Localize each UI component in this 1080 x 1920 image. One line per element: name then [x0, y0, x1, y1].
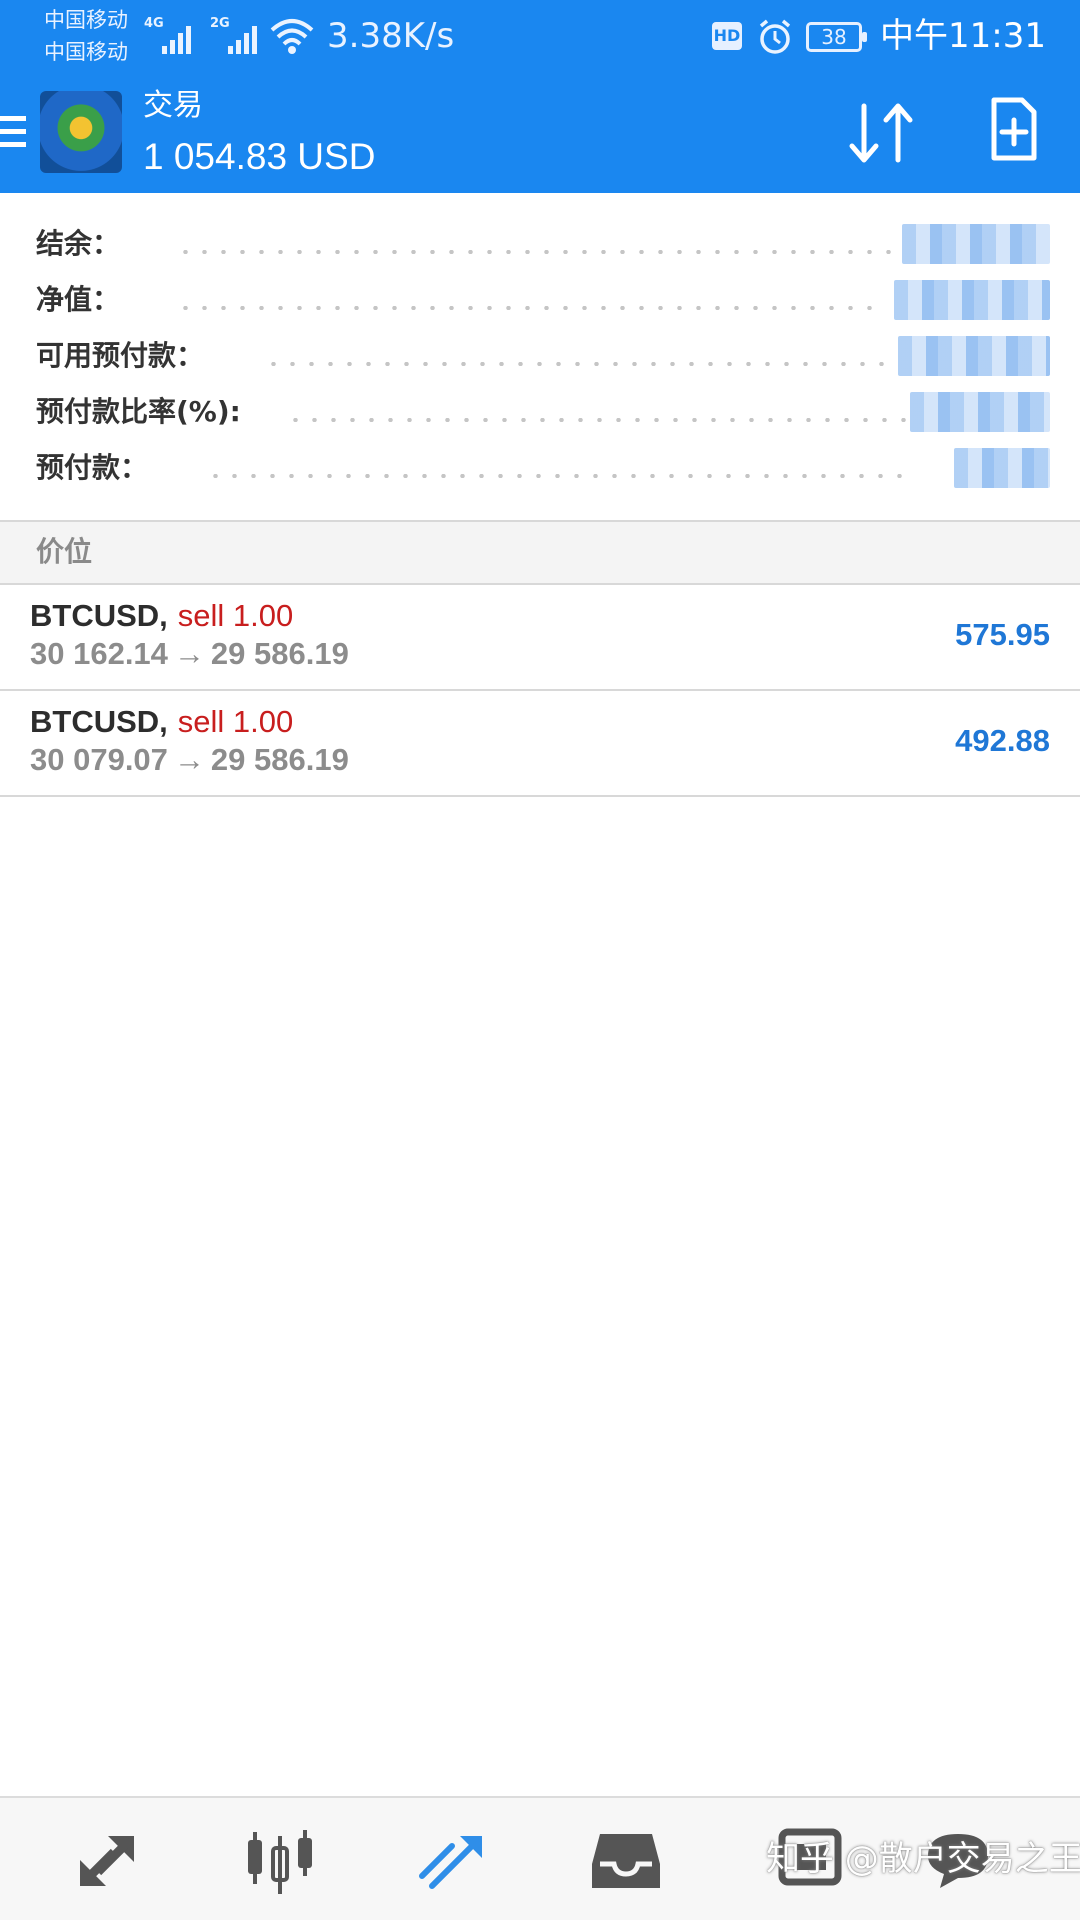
signal-strength-icon [228, 26, 257, 54]
summary-value-redacted [898, 336, 1050, 376]
summary-label: 净值： [36, 283, 121, 316]
app-title: 交易 [143, 88, 203, 123]
summary-label: 预付款： [36, 451, 149, 484]
battery-icon: 38 [806, 22, 867, 52]
section-title: 价位 [36, 535, 93, 568]
summary-row-margin-level: 预付款比率(%): [0, 392, 1080, 432]
summary-value-redacted [902, 224, 1050, 264]
position-header: BTCUSD, sell 1.00 [30, 704, 294, 739]
dot-leader [264, 362, 894, 366]
carrier-2: 中国移动 [44, 40, 128, 64]
position-row[interactable]: BTCUSD, sell 1.00 30 162.14 → 29 586.19 575… [0, 585, 1080, 689]
status-time: 中午11:31 [880, 16, 1046, 56]
chart-icon[interactable] [240, 1824, 320, 1896]
position-profit: 575.95 [955, 617, 1050, 652]
position-side: sell 1.00 [177, 704, 294, 739]
position-prices: 30 162.14 → 29 586.19 [30, 635, 349, 673]
history-icon[interactable] [586, 1824, 666, 1896]
summary-row-balance: 结余： [0, 224, 1080, 264]
open-price: 30 079.07 [30, 742, 168, 777]
app-logo [40, 91, 122, 173]
watermark: 知乎 @散户交易之王 [766, 1839, 1080, 1879]
new-order-icon[interactable] [990, 96, 1038, 162]
summary-row-free-margin: 可用预付款： [0, 336, 1080, 376]
position-symbol: BTCUSD [30, 598, 160, 633]
arrow-right-icon: → [173, 742, 205, 777]
current-price: 29 586.19 [210, 742, 349, 777]
app-bar: 交易 1 054.83 USD [0, 76, 1080, 193]
divider [0, 795, 1080, 797]
menu-icon[interactable] [0, 116, 26, 152]
alarm-icon [759, 19, 791, 54]
header: 中国移动 中国移动 4G 2G 3.38K/s HD 38 中午11:31 交易… [0, 0, 1080, 193]
bottom-nav: 知乎 @散户交易之王 [0, 1796, 1080, 1920]
summary-row-margin: 预付款： [0, 448, 1080, 488]
sort-icon[interactable] [846, 102, 916, 164]
open-price: 30 162.14 [30, 636, 168, 671]
summary-label: 结余： [36, 227, 121, 260]
summary-value-redacted [910, 392, 1050, 432]
trade-icon[interactable] [412, 1824, 492, 1896]
wifi-icon [270, 19, 314, 54]
dot-leader [176, 306, 886, 310]
summary-label: 可用预付款： [36, 339, 205, 372]
position-symbol: BTCUSD [30, 704, 160, 739]
section-header: 价位 [0, 522, 1080, 583]
summary-value-redacted [894, 280, 1050, 320]
summary-row-equity: 净值： [0, 280, 1080, 320]
status-bar: 中国移动 中国移动 4G 2G 3.38K/s HD 38 中午11:31 [0, 0, 1080, 76]
hd-badge: HD [712, 22, 742, 50]
net-speed: 3.38K/s [327, 16, 455, 56]
position-row[interactable]: BTCUSD, sell 1.00 30 079.07 → 29 586.19 492… [0, 691, 1080, 795]
position-header: BTCUSD, sell 1.00 [30, 598, 294, 633]
summary-label: 预付款比率(%): [36, 395, 241, 428]
arrow-right-icon: → [173, 636, 205, 671]
current-price: 29 586.19 [210, 636, 349, 671]
position-side: sell 1.00 [177, 598, 294, 633]
summary-value-redacted [954, 448, 1050, 488]
account-balance: 1 054.83 USD [143, 136, 376, 177]
network-type-2: 2G [210, 16, 230, 31]
dot-leader [206, 474, 916, 478]
position-prices: 30 079.07 → 29 586.19 [30, 741, 349, 779]
dot-leader [176, 250, 896, 254]
position-profit: 492.88 [955, 723, 1050, 758]
dot-leader [286, 418, 906, 422]
quotes-icon[interactable] [68, 1824, 148, 1896]
signal-strength-icon [162, 26, 191, 54]
carrier-1: 中国移动 [44, 8, 128, 32]
network-type-1: 4G [144, 16, 164, 31]
